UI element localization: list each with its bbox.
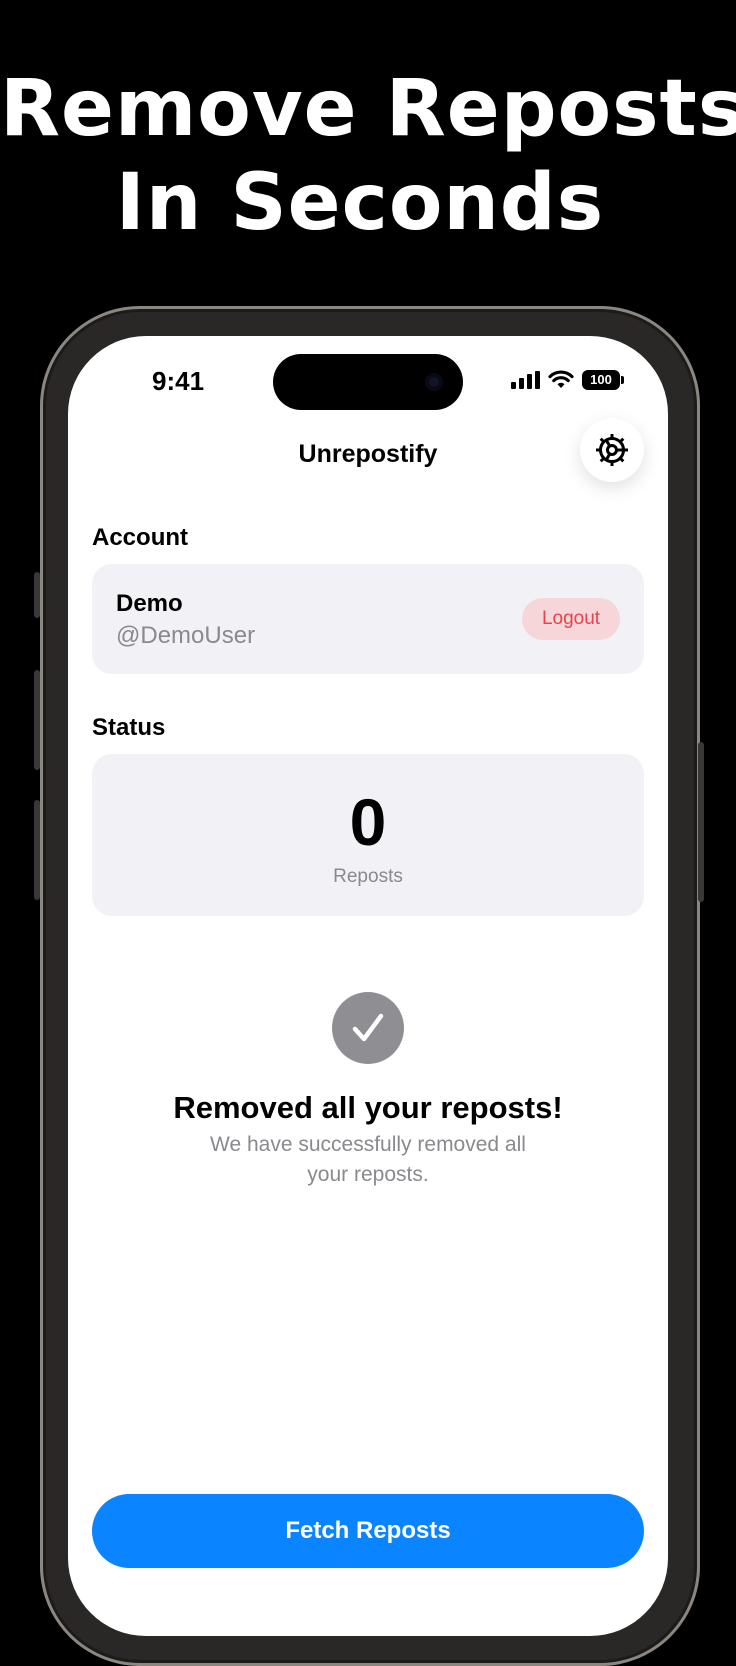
front-camera-icon [425,373,443,391]
account-handle: @DemoUser [116,622,256,649]
dynamic-island [273,354,463,410]
phone-volume-down-button [34,800,40,900]
status-icons: 100 [511,370,624,390]
fetch-reposts-button[interactable]: Fetch Reposts [92,1494,644,1568]
result-title: Removed all your reposts! [173,1090,563,1125]
result-description: We have successfully removed all your re… [210,1133,526,1186]
headline-line-1: Remove Reposts [0,64,736,154]
phone-power-button [698,742,704,902]
account-section-label: Account [92,524,188,551]
checkmark-icon [332,992,404,1064]
status-section-label: Status [92,714,166,741]
logout-button[interactable]: Logout [522,598,620,640]
battery-icon: 100 [582,370,624,390]
account-name: Demo [116,590,183,617]
signal-icon [511,371,540,389]
phone-volume-up-button [34,670,40,770]
app-screen: 9:41 100 Unrepostify Account Demo @DemoU… [68,336,668,1636]
marketing-headline: Remove Reposts In Seconds [0,62,736,250]
settings-button[interactable] [580,418,644,482]
repost-count-label: Reposts [333,866,403,887]
status-time: 9:41 [152,366,205,396]
app-title: Unrepostify [298,440,438,468]
status-card: 0 Reposts [92,754,644,916]
repost-count: 0 [349,785,387,859]
headline-line-2: In Seconds [115,158,605,248]
wifi-icon [548,370,574,388]
account-card: Demo @DemoUser Logout [92,564,644,674]
gear-icon [596,434,628,466]
phone-action-button [34,572,40,618]
